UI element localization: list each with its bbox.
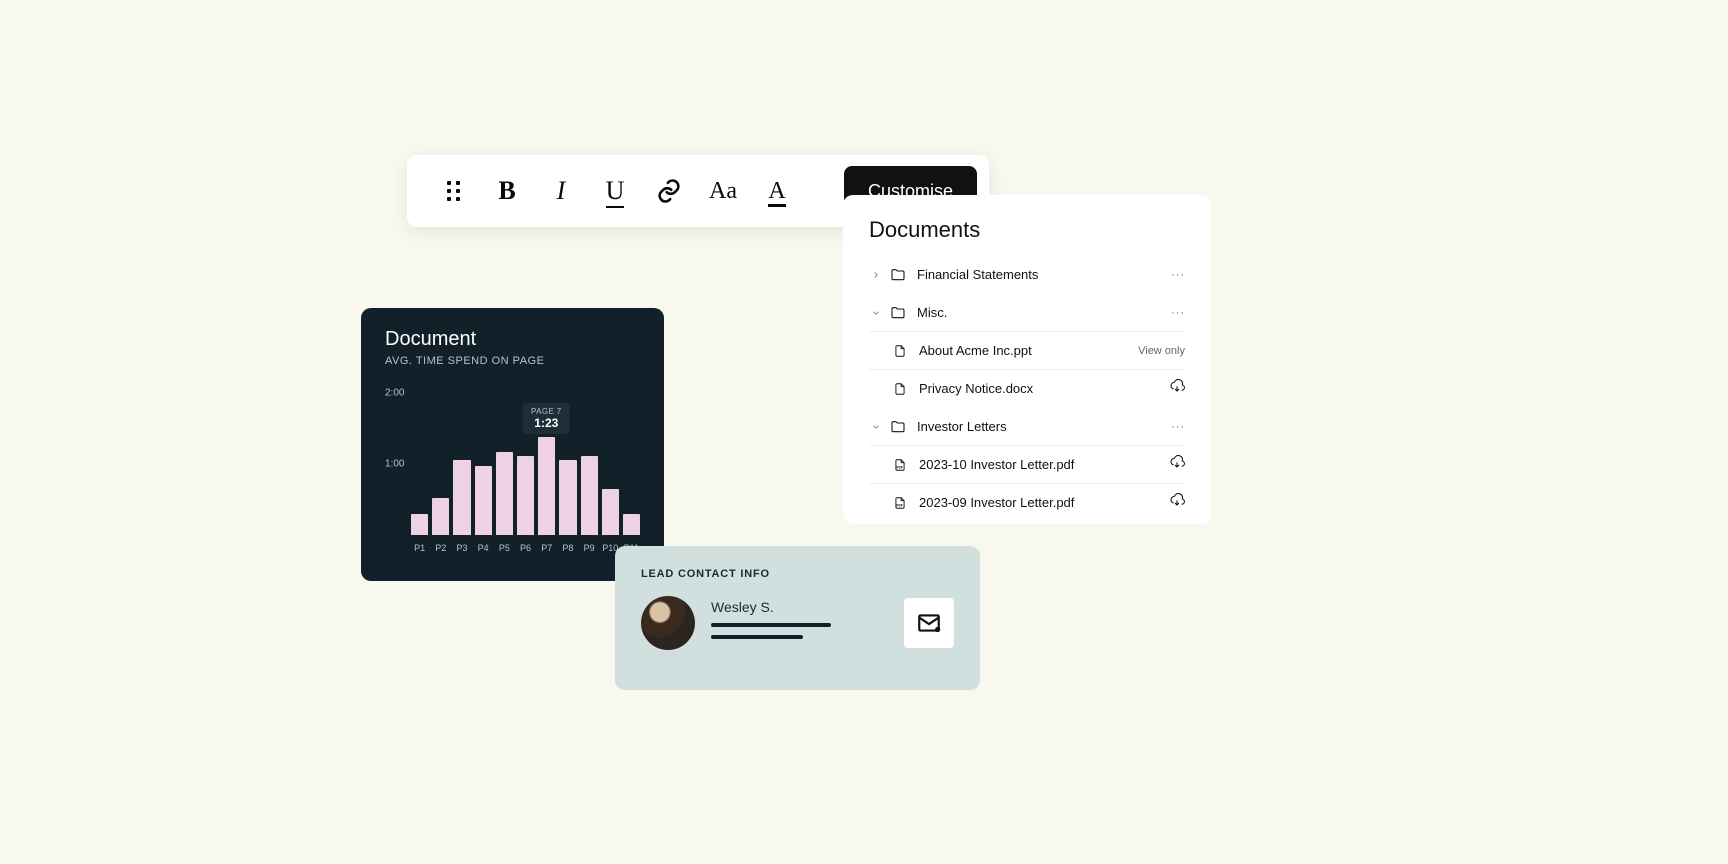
italic-button[interactable]: I [543,173,579,209]
bold-button[interactable]: B [489,173,525,209]
document-icon [891,343,909,359]
chart-bar[interactable] [411,514,428,535]
row-label: Financial Statements [917,267,1171,282]
folder-icon [889,267,907,283]
pdf-icon: PDF [891,457,909,473]
chart-bar[interactable] [432,498,449,535]
x-tick-label: P9 [581,543,598,553]
contact-name: Wesley S. [711,599,888,615]
svg-text:PDF: PDF [897,503,903,507]
text-color-button[interactable]: A [759,173,795,209]
more-icon[interactable]: ··· [1171,269,1185,281]
y-tick-label: 1:00 [385,459,404,470]
analytics-title: Document [385,328,640,351]
time-on-page-chart: 1:002:00 P1P2P3P4P5P6P7P8P9P10P11 PAGE 7… [385,393,640,553]
folder-icon [889,419,907,435]
redacted-line [711,635,803,639]
y-tick-label: 2:00 [385,388,404,399]
documents-title: Documents [869,217,1185,243]
row-label: Privacy Notice.docx [919,381,1169,396]
x-tick-label: P6 [517,543,534,553]
row-label: 2023-10 Investor Letter.pdf [919,457,1169,472]
file-row[interactable]: About Acme Inc.pptView only [869,331,1185,369]
download-icon[interactable] [1169,455,1185,474]
chart-tooltip: PAGE 7 1:23 [523,403,570,434]
tooltip-page-label: PAGE 7 [531,407,562,416]
folder-icon [889,305,907,321]
chart-bar[interactable] [559,460,576,535]
redacted-line [711,623,831,627]
chart-bar[interactable] [602,489,619,535]
chart-bar[interactable] [581,456,598,535]
file-row[interactable]: PDF 2023-10 Investor Letter.pdf [869,445,1185,483]
document-icon [891,381,909,397]
chart-bar[interactable] [538,437,555,535]
chart-bar[interactable] [453,460,470,535]
analytics-subtitle: AVG. TIME SPEND ON PAGE [385,355,640,367]
mail-icon [916,610,942,636]
chart-bar[interactable] [475,466,492,535]
chart-bar[interactable] [496,452,513,535]
chart-bar[interactable] [623,514,640,535]
link-button[interactable] [651,173,687,209]
tooltip-value: 1:23 [534,416,558,430]
file-row[interactable]: Privacy Notice.docx [869,369,1185,407]
avatar [641,596,695,650]
svg-text:PDF: PDF [897,465,903,469]
pdf-icon: PDF [891,495,909,511]
underline-button[interactable]: U [597,173,633,209]
access-badge: View only [1138,345,1185,357]
chart-bar[interactable] [517,456,534,535]
more-icon[interactable]: ··· [1171,421,1185,433]
row-label: Investor Letters [917,419,1171,434]
analytics-card: Document AVG. TIME SPEND ON PAGE 1:00 2:0… [361,308,664,581]
row-label: 2023-09 Investor Letter.pdf [919,495,1169,510]
email-button[interactable] [904,598,954,648]
folder-row[interactable]: Financial Statements··· [869,255,1185,293]
file-row[interactable]: PDF 2023-09 Investor Letter.pdf [869,483,1185,521]
download-icon[interactable] [1169,493,1185,512]
row-label: About Acme Inc.ppt [919,343,1138,358]
x-tick-label: P2 [432,543,449,553]
drag-handle-icon[interactable] [435,173,471,209]
documents-panel: Documents Financial Statements···Misc.··… [843,195,1211,524]
row-label: Misc. [917,305,1171,320]
x-tick-label: P3 [453,543,470,553]
more-icon[interactable]: ··· [1171,307,1185,319]
x-tick-label: P7 [538,543,555,553]
x-tick-label: P8 [559,543,576,553]
x-tick-label: P4 [475,543,492,553]
folder-row[interactable]: Investor Letters··· [869,407,1185,445]
chevron-right-icon[interactable] [869,270,883,280]
folder-row[interactable]: Misc.··· [869,293,1185,331]
x-tick-label: P1 [411,543,428,553]
download-icon[interactable] [1169,379,1185,398]
chevron-down-icon[interactable] [869,308,883,318]
contact-heading: LEAD CONTACT INFO [641,568,954,580]
chevron-down-icon[interactable] [869,422,883,432]
text-style-button[interactable]: Aa [705,173,741,209]
x-tick-label: P5 [496,543,513,553]
lead-contact-card: LEAD CONTACT INFO Wesley S. [615,546,980,690]
